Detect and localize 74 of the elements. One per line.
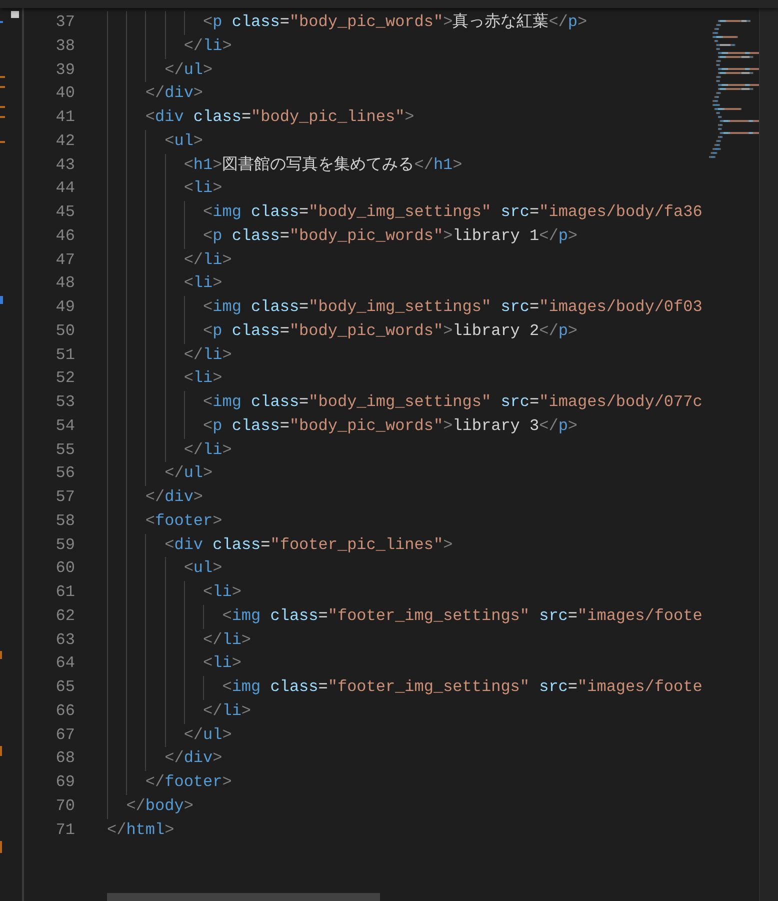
code-line: <p class="body_pic_words">library 2</p> [107, 320, 578, 344]
code-line: <img class="body_img_settings" src="images/body/077c [107, 391, 702, 415]
code-line: <li> [107, 581, 242, 605]
line-number: 55 [54, 440, 75, 460]
line-number: 38 [54, 36, 75, 57]
line-number: 39 [54, 60, 75, 80]
line-number: 67 [54, 724, 75, 746]
line-number: 70 [54, 796, 75, 817]
code-line: <div class="footer_pic_lines"> [107, 534, 453, 558]
line-number: 37 [54, 12, 75, 33]
code-line: <li> [107, 367, 222, 391]
minimap[interactable] [703, 8, 759, 901]
code-line: </html> [107, 820, 174, 840]
line-number: 40 [54, 83, 75, 104]
line-number: 61 [54, 582, 75, 603]
code-line: <img class="body_img_settings" src="images/body/fa36 [107, 201, 702, 225]
code-line: </ul> [107, 724, 232, 748]
line-number: 47 [54, 250, 75, 270]
code-line: <p class="body_pic_words">真っ赤な紅葉</p> [107, 11, 588, 35]
code-line: <li> [107, 272, 222, 296]
line-number: 44 [54, 178, 75, 200]
code-line: <img class="footer_img_settings" src="images/foote [107, 604, 702, 628]
code-line: </ul> [107, 462, 213, 486]
line-number: 48 [54, 273, 75, 294]
code-line: <li> [107, 177, 222, 201]
line-number: 46 [54, 226, 75, 247]
line-number: 53 [54, 392, 75, 413]
code-line: <li> [107, 652, 242, 676]
line-number: 56 [54, 463, 75, 484]
line-number: 50 [54, 320, 75, 342]
code-line: </div> [107, 486, 204, 510]
scrollbar-thumb[interactable] [107, 893, 380, 901]
line-number: 45 [54, 202, 75, 223]
scrollbar-track[interactable] [759, 8, 778, 901]
code-line: </li> [107, 248, 232, 272]
code-line: <ul> [107, 557, 222, 581]
code-line: </li> [107, 34, 232, 58]
line-number: 43 [54, 154, 75, 176]
line-number: 64 [54, 653, 75, 674]
code-line: <img class="footer_img_settings" src="images/foote [107, 676, 702, 700]
code-line: </footer> [107, 771, 232, 795]
line-number: 49 [54, 297, 75, 318]
line-number: 58 [54, 510, 75, 532]
line-number: 68 [54, 748, 75, 770]
line-number: 60 [54, 558, 75, 580]
line-number: 63 [54, 630, 75, 650]
line-number: 42 [54, 130, 75, 152]
code-line: <footer> [107, 510, 222, 534]
line-number: 57 [54, 487, 75, 508]
code-line: <p class="body_pic_words">library 3</p> [107, 414, 578, 438]
line-number: 59 [54, 534, 75, 556]
code-line: </div> [107, 747, 222, 771]
code-line: </body> [107, 794, 194, 818]
line-number: 66 [54, 700, 75, 722]
line-number: 65 [54, 677, 75, 698]
code-line: <div class="body_pic_lines"> [107, 106, 414, 130]
line-number: 71 [54, 820, 75, 840]
code-line: <img class="body_img_settings" src="images/body/0f03 [107, 296, 702, 320]
code-line: </ul> [107, 58, 213, 82]
code-line: </li> [107, 700, 252, 724]
line-number: 69 [54, 772, 75, 793]
code-line: </div> [107, 82, 204, 106]
code-line: <p class="body_pic_words">library 1</p> [107, 224, 578, 248]
line-number: 62 [54, 606, 75, 627]
code-line: </li> [107, 628, 252, 652]
code-line: </li> [107, 438, 232, 462]
code-line: </li> [107, 344, 232, 368]
line-number: 51 [54, 344, 75, 366]
code-line: <ul> [107, 130, 204, 154]
line-number: 52 [54, 368, 75, 390]
code-line: <h1>図書館の写真を集めてみる</h1> [107, 154, 462, 178]
line-number: 54 [54, 416, 75, 437]
square-icon [11, 11, 19, 18]
line-number: 41 [54, 107, 75, 128]
